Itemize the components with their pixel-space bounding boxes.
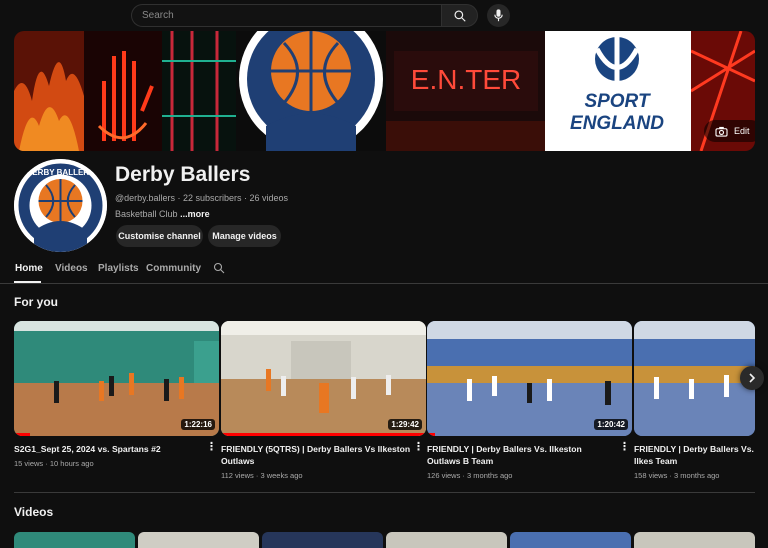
search-button[interactable] [441, 4, 478, 27]
active-tab-indicator [14, 281, 41, 283]
customise-channel-button[interactable]: Customise channel [116, 225, 203, 247]
section-divider [14, 492, 755, 493]
top-bar [0, 0, 768, 31]
manage-videos-button[interactable]: Manage videos [208, 225, 281, 247]
video-title[interactable]: FRIENDLY | Derby Ballers Vs. Ilkeston Ou… [427, 443, 617, 467]
video-duration: 1:20:42 [594, 419, 628, 430]
channel-avatar[interactable]: DERBY BALLERS [14, 159, 107, 252]
more-actions-icon[interactable]: ⋮ [206, 440, 217, 453]
video-thumbnail[interactable]: 1:29:42 [221, 321, 426, 436]
crest-text: DERBY BALLERS [27, 168, 96, 177]
video-title[interactable]: S2G1_Sept 25, 2024 vs. Spartans #2 [14, 443, 204, 455]
search-icon [453, 9, 466, 22]
more-actions-icon[interactable]: ⋮ [619, 440, 630, 453]
video-thumbnail[interactable]: 1:22:16 [14, 321, 219, 436]
video-thumbnail[interactable] [510, 532, 631, 548]
for-you-heading: For you [14, 295, 58, 309]
video-title[interactable]: FRIENDLY (5QTRS) | Derby Ballers Vs Ilke… [221, 443, 411, 467]
video-meta: 112 views · 3 weeks ago [221, 471, 303, 480]
crest-banner-image [236, 31, 386, 151]
video-thumbnail[interactable] [14, 532, 135, 548]
neon-lines-image [162, 31, 236, 151]
video-meta: 126 views · 3 months ago [427, 471, 513, 480]
voice-search-button[interactable] [487, 4, 510, 27]
video-card[interactable]: 1:22:16 S2G1_Sept 25, 2024 vs. Spartans … [14, 321, 219, 468]
watch-progress [14, 433, 31, 436]
chevron-right-icon [749, 373, 756, 383]
video-meta: 15 views · 10 hours ago [14, 459, 94, 468]
sport-england-image: SPORT ENGLAND [545, 31, 691, 151]
video-thumbnail[interactable]: 1:20:42 [427, 321, 632, 436]
video-duration: 1:29:42 [388, 419, 422, 430]
england-text: ENGLAND [570, 113, 664, 134]
watch-progress [221, 433, 426, 436]
video-thumbnail[interactable] [262, 532, 383, 548]
video-card[interactable]: 1:29:42 FRIENDLY (5QTRS) | Derby Ballers… [221, 321, 426, 480]
edit-banner-button[interactable]: Edit [704, 120, 755, 142]
video-thumbnail[interactable] [138, 532, 259, 548]
description-text: Basketball Club [115, 209, 178, 219]
search-box[interactable] [131, 4, 442, 27]
tab-videos[interactable]: Videos [55, 263, 88, 274]
watch-progress [427, 433, 436, 436]
tab-home[interactable]: Home [15, 263, 43, 274]
video-thumbnail[interactable] [386, 532, 507, 548]
channel-name: Derby Ballers [115, 163, 251, 186]
video-card[interactable]: FRIENDLY | Derby Ballers Vs. Ilkes Team … [634, 321, 755, 480]
video-duration: 1:22:16 [181, 419, 215, 430]
fire-image [14, 31, 84, 151]
microphone-icon [494, 9, 503, 22]
video-thumbnail[interactable] [634, 532, 755, 548]
videos-heading: Videos [14, 505, 54, 519]
channel-search-icon[interactable] [213, 262, 225, 274]
channel-banner: E.N.TER SPORT ENGLAND Edit [14, 31, 755, 151]
video-thumbnail[interactable] [634, 321, 755, 436]
edit-label: Edit [734, 126, 750, 136]
search-input[interactable] [132, 5, 442, 26]
carousel-next-button[interactable] [740, 366, 764, 390]
channel-meta: @derby.ballers · 22 subscribers · 26 vid… [115, 193, 289, 203]
neon-hand-image [84, 31, 162, 151]
channel-description: Basketball Club ...more [115, 209, 210, 219]
channel-tabs: Home Videos Playlists Community [0, 258, 768, 284]
neon-sign-text: E.N.TER [411, 64, 521, 95]
video-meta: 158 views · 3 months ago [634, 471, 720, 480]
more-actions-icon[interactable]: ⋮ [413, 440, 424, 453]
more-link[interactable]: ...more [180, 209, 210, 219]
video-card[interactable]: 1:20:42 FRIENDLY | Derby Ballers Vs. Ilk… [427, 321, 632, 480]
tab-community[interactable]: Community [146, 263, 201, 274]
sport-text: SPORT [584, 91, 651, 112]
crest-logo: DERBY BALLERS [14, 159, 107, 252]
camera-icon [715, 126, 728, 137]
video-title[interactable]: FRIENDLY | Derby Ballers Vs. Ilkes Team [634, 443, 755, 467]
tab-playlists[interactable]: Playlists [98, 263, 139, 274]
enter-neon-image: E.N.TER [386, 31, 546, 151]
